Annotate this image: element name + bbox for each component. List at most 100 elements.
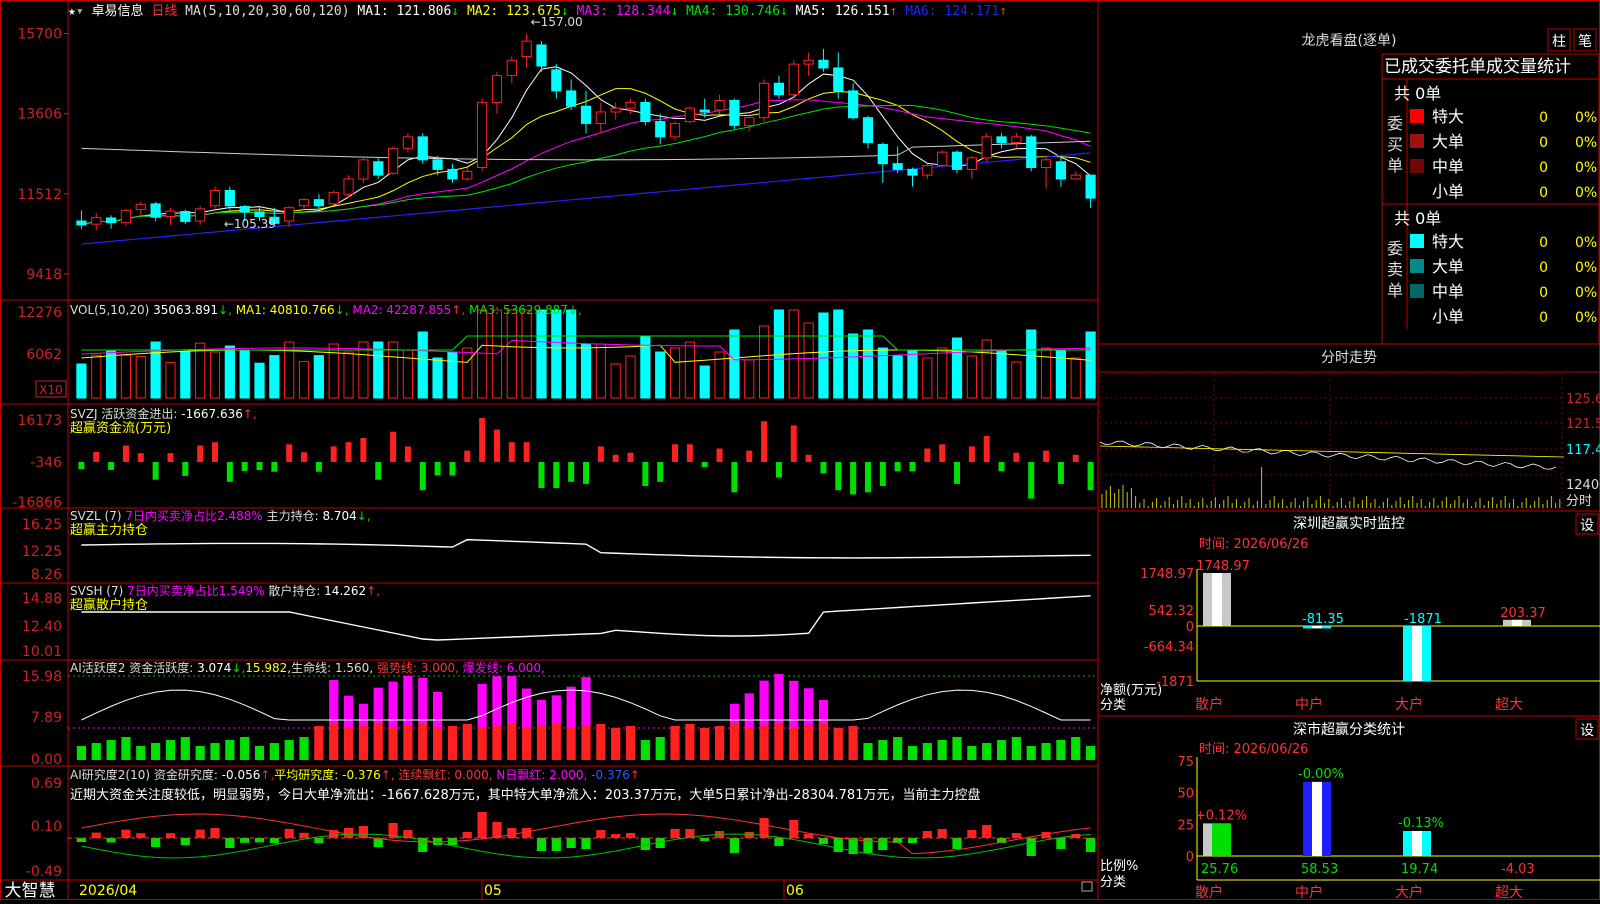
ai-active-bar [759,726,769,760]
svzl-header-part-1: 7日内买卖净占比2.488% [125,508,266,523]
lhb-sell-swatch [1410,234,1424,248]
ai-research-bar [121,829,131,838]
svzj-bar [761,421,768,462]
candle-body [566,90,577,107]
ai-hot-bar [432,691,443,728]
volume-bar [580,343,592,399]
intraday-tick: 117.4 [1566,443,1600,458]
stock-header: ★▾ 卓易信息 日线 MA(5,10,20,30,60,120) MA1: 12… [68,0,1007,19]
ai-active-bar [373,724,383,760]
volume-header-part-3: MA1: 40810.766 [232,303,335,317]
candle-body [699,109,710,113]
ai-hot-bar [744,693,754,728]
ma-arrow: ↓ [780,4,788,19]
ai-active-bar [240,737,250,760]
svzj-bar [93,451,100,462]
volume-bar [447,351,458,399]
classify-date: 时间: 2026/06/26 [1199,742,1308,757]
lhb-stats-title: 已成交委托单成交量统计 [1384,57,1571,77]
stock-menu-icon[interactable]: ▾ [76,4,84,19]
svzj-bar [1087,462,1094,491]
volume-bar [298,361,310,399]
ai-research-bar [91,832,101,838]
lhb-sell-total: 共 0单 [1394,209,1441,228]
ai-research-bar [507,828,517,838]
lhb-buy-row-name: 中单 [1432,157,1464,176]
candle-body [536,44,547,67]
volume-bar [1040,347,1052,399]
volume-bar [951,337,963,399]
ai-research-bar [566,838,576,848]
candle-body [803,59,814,65]
volume-bar [91,354,102,399]
svzl-header-part-4: ↓, [357,509,371,523]
candle-body [343,178,354,195]
candle-body [91,217,102,225]
svzj-bar [672,444,679,462]
ai-research-bar [254,838,265,843]
lhb-sell-row-pct: 0% [1575,260,1597,276]
svsh-header-part-3: 14.262 [324,584,366,598]
candle-body [387,147,399,174]
volume-bar [506,309,517,399]
volume-y-tick: 12276 [17,305,62,321]
classify-bar-value: 58.53 [1301,862,1338,877]
ma-value-ma6: MA6: 124.171 [897,4,1000,19]
classify-y-tick: 50 [1177,787,1194,802]
svzj-bar [137,453,144,462]
svzj-bar [642,462,649,486]
volume-bar [862,329,874,399]
svzj-bar [1028,462,1035,499]
volume-bar [744,359,755,399]
ai-hot-bar [581,677,591,726]
candle-body [1070,174,1081,180]
ai-research-bar [907,838,918,843]
lhb-sell-swatch [1410,309,1424,323]
svzj-bar [553,462,560,489]
volume-bar [477,309,488,399]
ai-active-bar [922,743,932,760]
candle-body [996,136,1007,144]
intraday-avg-line [1099,445,1565,458]
period-label[interactable]: 日线 [151,4,177,19]
outer-frame [0,0,1600,900]
volume-bar [521,309,532,399]
svzj-bar [879,462,886,486]
ai-active-header-part-5: 生命线: 1.560, [291,660,373,675]
low-price-label: ←105.39 [224,217,276,231]
ai-active-bar [536,726,547,760]
ai-active-bar [670,726,680,760]
monitor-settings-label: 设 [1580,518,1594,534]
ma-value-ma1: MA1: 121.806 [357,4,452,19]
ai-active-bar [314,726,324,760]
ai-hot-bar [522,688,532,728]
ai-hot-bar [403,676,413,726]
svzj-bar [983,435,990,462]
monitor-bar-2 [1403,626,1431,681]
classify-cat-label: 分类 [1100,875,1126,890]
monitor-cat-label: 分类 [1100,698,1126,713]
candle-body [684,107,695,123]
candle-body [239,206,250,213]
svzj-bar [152,462,159,480]
ai-active-header: AI活跃度2 资金活跃度: 3.074↓,15.982,生命线: 1.560, … [70,660,545,675]
volume-header-part-7: MA3: 53629.887 [465,303,568,317]
volume-bar [551,309,562,399]
ai-active-bar [685,724,695,760]
svzj-bar [286,444,293,462]
candle-body [373,161,384,176]
svsh-y-tick: 10.01 [22,644,62,660]
star-icon[interactable]: ★ [68,4,76,19]
ma-value-ma4: MA4: 130.746 [678,4,781,19]
svsh-y-tick: 14.88 [22,591,62,607]
ai-research-bar [76,838,87,842]
ai-hot-bar [507,675,517,724]
ai-research-bar [299,832,309,838]
ai-active-bar [640,740,650,760]
candle-body [1040,159,1052,168]
svzj-subtitle: 超赢资金流(万元) [70,420,171,436]
svzj-bar [271,462,278,472]
svzj-bar [301,452,308,462]
stock-name[interactable]: 卓易信息 [91,4,143,19]
ai-active-bar [937,740,947,760]
